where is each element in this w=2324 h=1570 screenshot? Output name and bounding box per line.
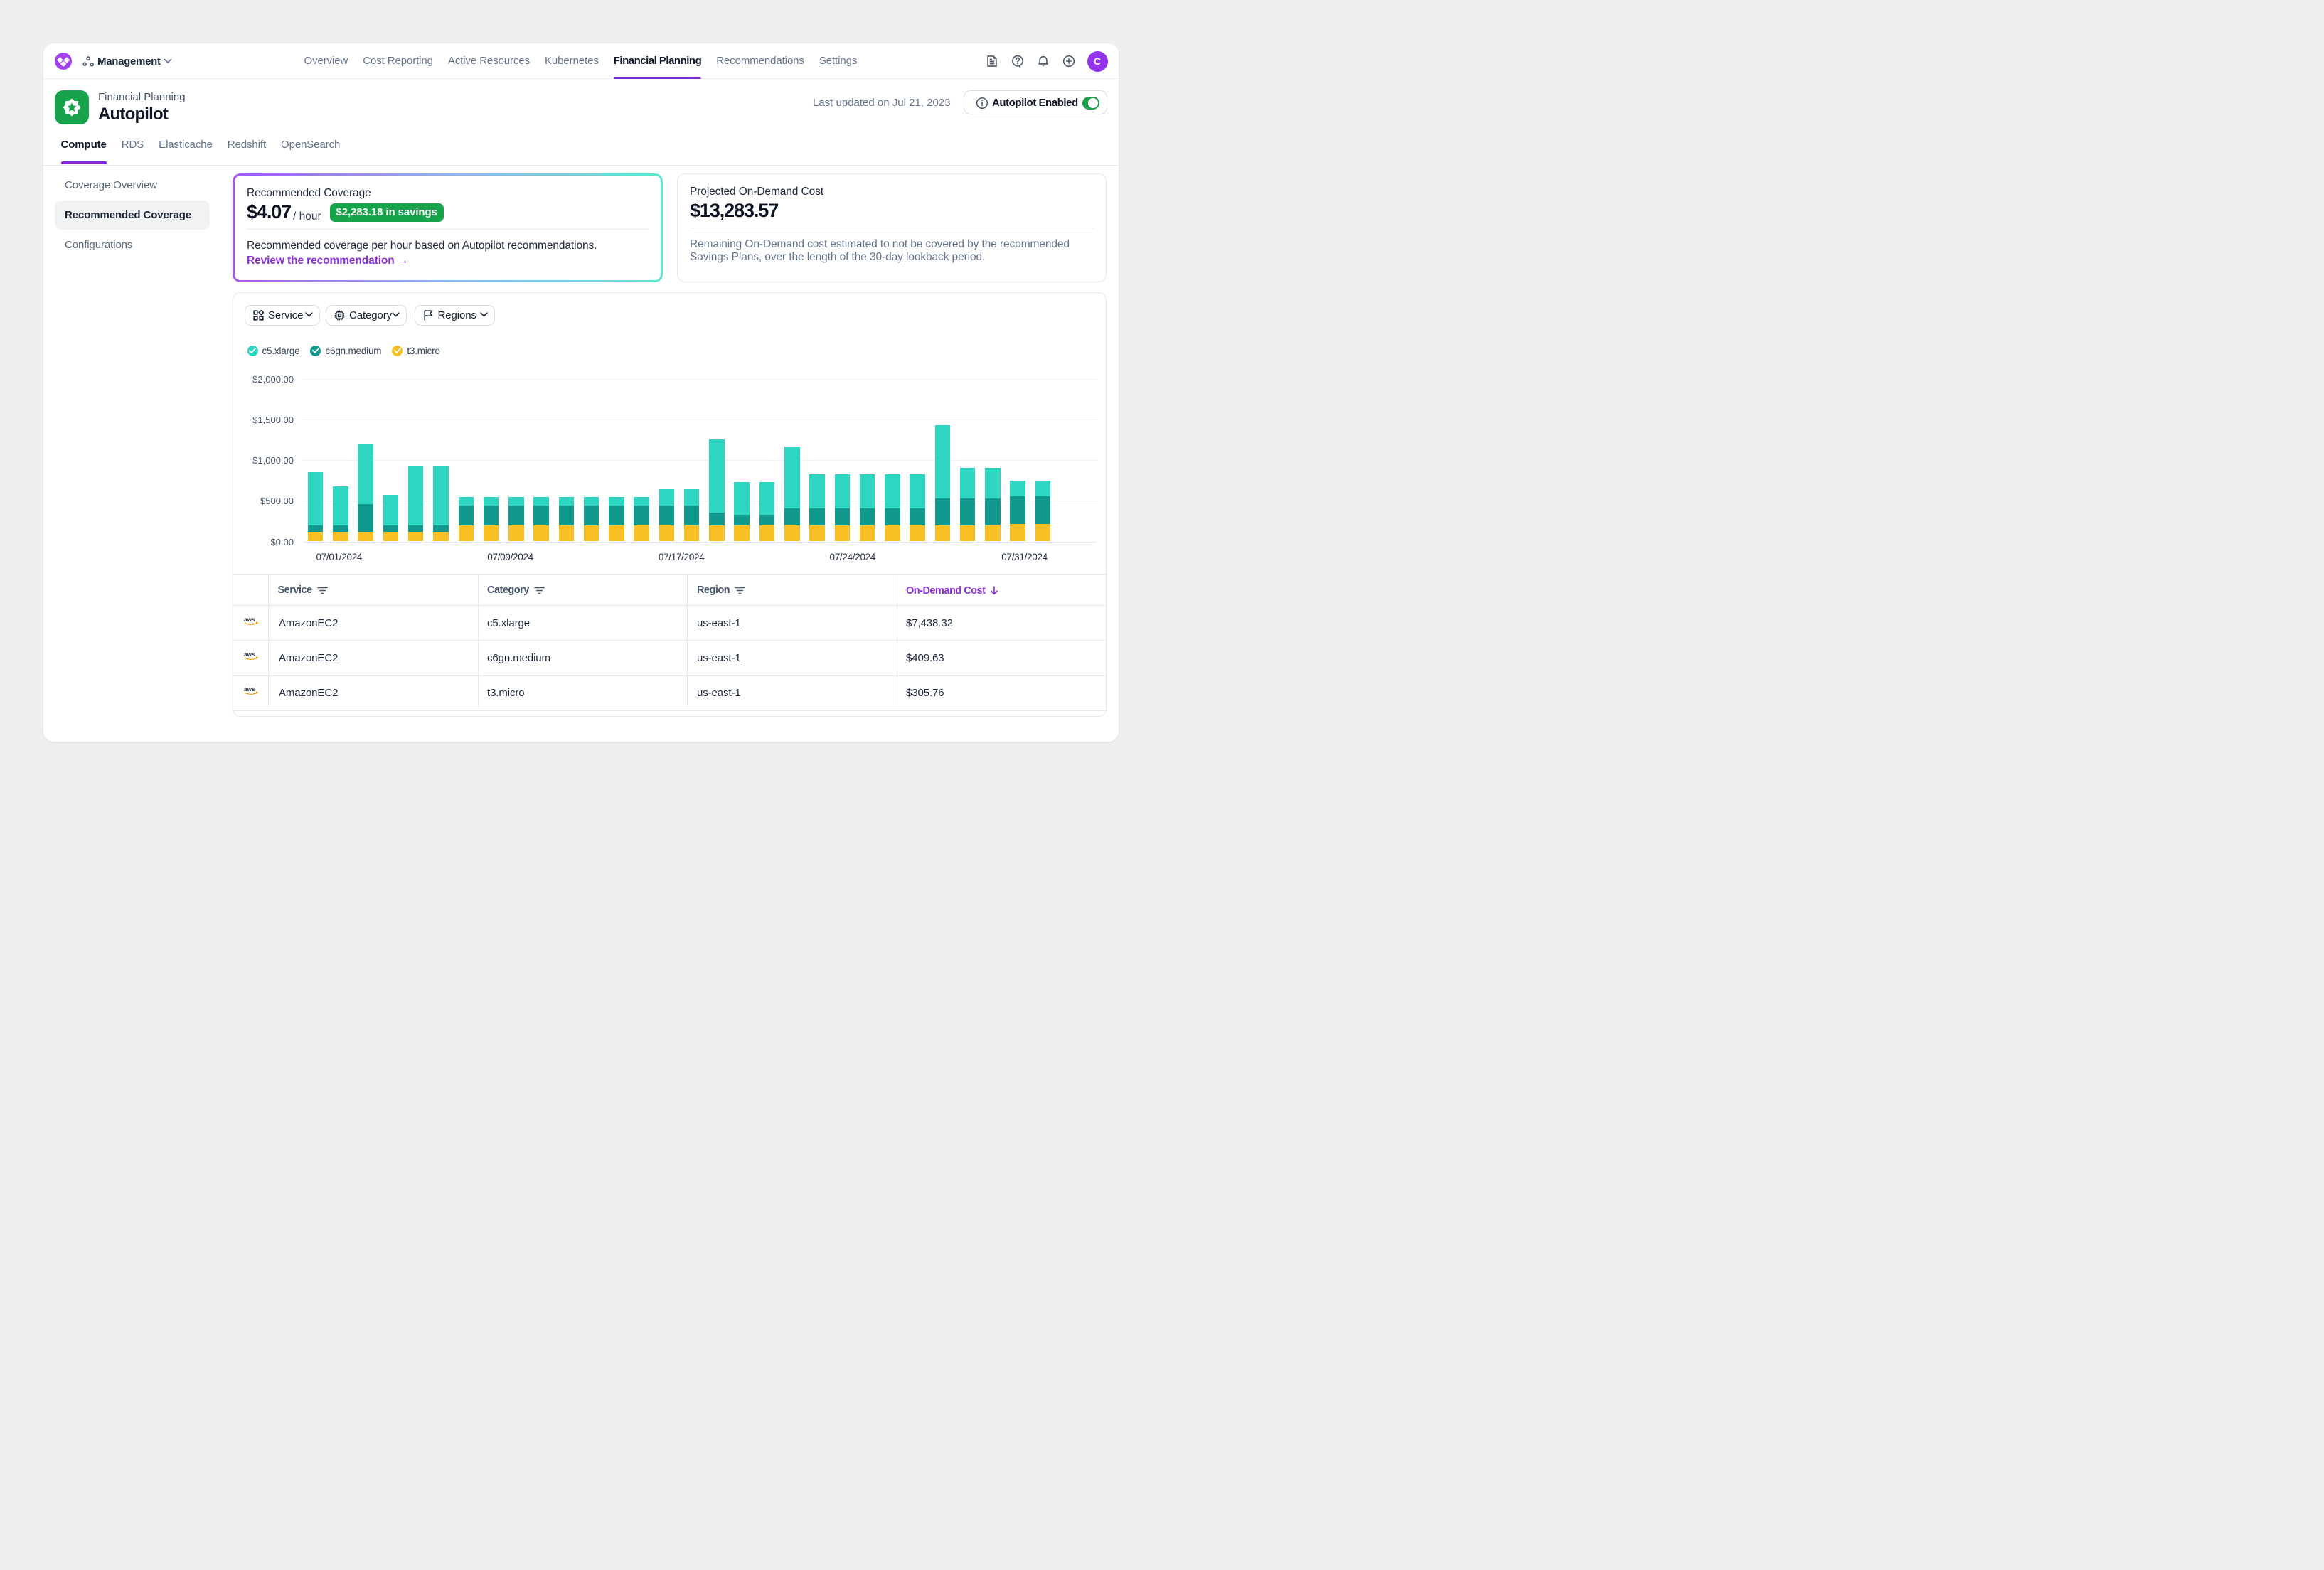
svg-text:aws: aws	[244, 651, 255, 658]
svg-text:aws: aws	[244, 686, 255, 693]
svg-text:aws: aws	[244, 616, 255, 623]
